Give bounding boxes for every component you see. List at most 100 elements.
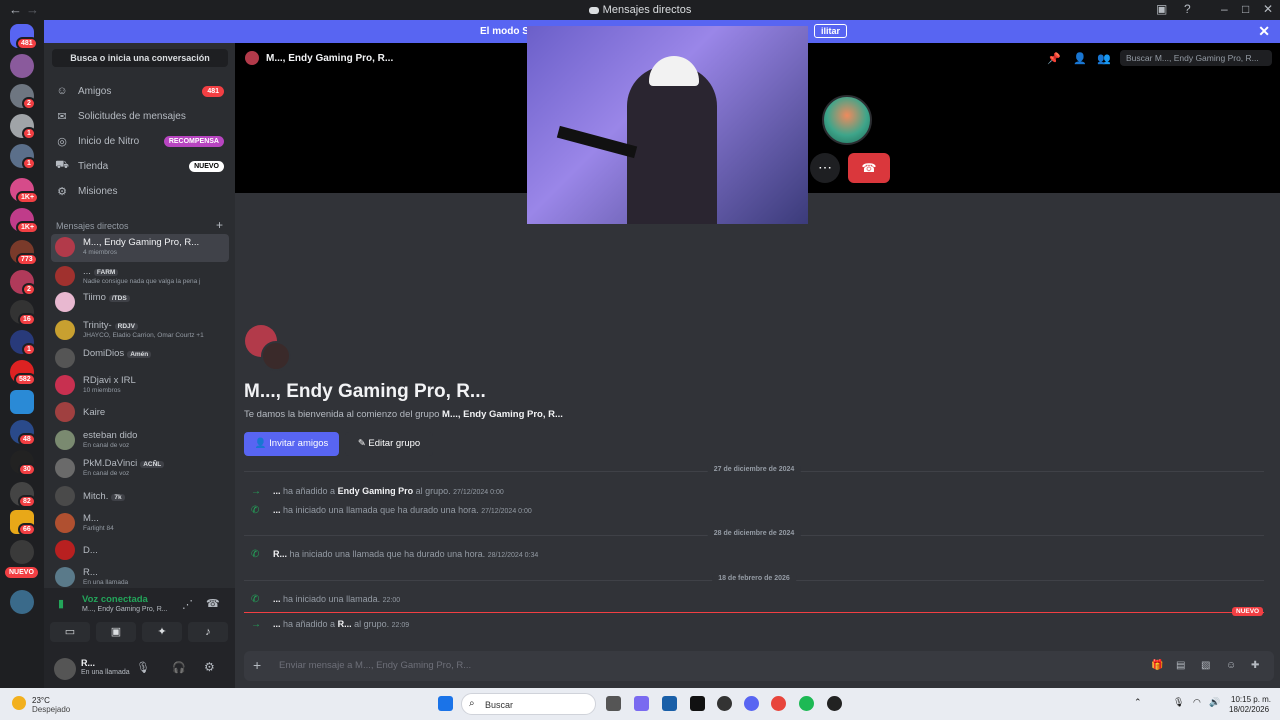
activities-button[interactable]: ✦: [142, 622, 182, 642]
inbox-icon[interactable]: ▣: [1156, 2, 1167, 16]
avatar: [55, 266, 75, 286]
headphones-icon[interactable]: 🎧: [172, 661, 186, 674]
clan-tag: /TDS: [108, 295, 130, 302]
microphone-icon[interactable]: 🎙: [1173, 697, 1184, 708]
maximize-button[interactable]: □: [1242, 2, 1249, 16]
app-icon[interactable]: [717, 696, 732, 711]
nav-message-requests[interactable]: ✉ Solicitudes de mensajes: [52, 105, 228, 127]
voice-status[interactable]: Voz conectada: [82, 594, 148, 605]
copilot-icon[interactable]: [634, 696, 649, 711]
unread-badge: 2: [22, 97, 36, 110]
pin-icon[interactable]: 📌: [1047, 52, 1061, 65]
edit-group-button[interactable]: ✎ Editar grupo: [345, 432, 433, 456]
wifi-icon[interactable]: ◠: [1193, 697, 1201, 708]
emoji-icon[interactable]: ☺: [1226, 660, 1236, 671]
hang-up-button[interactable]: ☎: [848, 153, 890, 183]
dm-item[interactable]: PkM.DaVinci ACÑL En canal de voz: [51, 455, 229, 483]
dm-item[interactable]: esteban dido En canal de voz: [51, 427, 229, 455]
nav-nitro[interactable]: ◎ Inicio de Nitro RECOMPENSA: [52, 130, 228, 152]
noise-suppression-icon[interactable]: ⋰: [182, 598, 193, 611]
unread-badge: 582: [14, 373, 36, 386]
soundboard-button[interactable]: ♪: [188, 622, 228, 642]
server-icon[interactable]: [10, 540, 34, 564]
webcam-video[interactable]: [527, 26, 808, 224]
add-attachment-icon[interactable]: +: [253, 657, 261, 673]
dm-subtext: 10 miembros: [83, 387, 121, 394]
dm-item[interactable]: Kaire: [51, 399, 229, 427]
person-silhouette: [627, 66, 717, 224]
nitro-icon: ◎: [57, 135, 67, 148]
msg-target[interactable]: Endy Gaming Pro: [338, 486, 414, 496]
minimize-button[interactable]: –: [1221, 2, 1228, 16]
taskbar-search[interactable]: ⌕ Buscar: [461, 693, 596, 715]
gif-icon[interactable]: ▤: [1176, 660, 1185, 671]
server-icon[interactable]: [10, 390, 34, 414]
store-icon[interactable]: [662, 696, 677, 711]
server-icon[interactable]: [10, 54, 34, 78]
dm-item[interactable]: D...: [51, 537, 229, 565]
chevron-up-icon[interactable]: ⌃: [1134, 697, 1142, 708]
close-icon[interactable]: ✕: [1258, 23, 1270, 40]
dm-item[interactable]: DomiDios Amén: [51, 345, 229, 373]
dm-item[interactable]: Mitch. 7k: [51, 483, 229, 511]
find-conversation-input[interactable]: Busca o inicia una conversación: [52, 49, 228, 67]
nav-quests[interactable]: ⚙ Misiones: [52, 180, 228, 202]
search-input[interactable]: Buscar M..., Endy Gaming Pro, R...: [1120, 50, 1272, 66]
msg-user[interactable]: ...: [273, 505, 281, 515]
call-participant-avatar[interactable]: [822, 95, 872, 145]
microphone-icon[interactable]: 🎙: [136, 661, 150, 674]
add-friends-icon[interactable]: 👤: [1073, 52, 1087, 65]
dm-item[interactable]: Tiimo/TDS: [51, 289, 229, 317]
group-icon-secondary: [261, 341, 291, 371]
app-icon[interactable]: [827, 696, 842, 711]
msg-user[interactable]: R...: [273, 549, 287, 559]
dm-item[interactable]: M..., Endy Gaming Pro, R... 4 miembros: [51, 234, 229, 262]
windows-start-icon[interactable]: [438, 696, 453, 711]
avatar[interactable]: [54, 658, 76, 680]
gift-icon[interactable]: 🎁: [1151, 660, 1163, 671]
terminal-icon[interactable]: [690, 696, 705, 711]
dm-item[interactable]: RDjavi x IRL 10 miembros: [51, 372, 229, 400]
welcome-text: Te damos la bienvenida al comienzo del g…: [244, 409, 563, 420]
task-view-icon[interactable]: [606, 696, 621, 711]
dm-item[interactable]: M... Farlight 84: [51, 510, 229, 538]
volume-icon[interactable]: 🔊: [1209, 697, 1220, 708]
settings-gear-icon[interactable]: ⚙: [204, 660, 215, 674]
unread-badge: 1K+: [16, 191, 40, 204]
weather-temp[interactable]: 23°C: [32, 696, 50, 705]
spotify-icon[interactable]: [799, 696, 814, 711]
screen-share-button[interactable]: ▣: [96, 622, 136, 642]
nav-shop[interactable]: ⛟ Tienda NUEVO: [52, 155, 228, 177]
dm-item[interactable]: Trinity- RDJV JHAYCO, Eladio Carrion, Oma…: [51, 317, 229, 345]
message-composer[interactable]: + Enviar mensaje a M..., Endy Gaming Pro…: [244, 651, 1274, 681]
date-label: 28 de diciembre de 2024: [707, 530, 801, 537]
sticker-icon[interactable]: ▧: [1201, 660, 1210, 671]
create-dm-icon[interactable]: +: [216, 218, 223, 232]
dm-name: D...: [83, 545, 98, 556]
msg-user[interactable]: ...: [273, 486, 281, 496]
disconnect-icon[interactable]: ☎: [206, 597, 220, 610]
camera-off-button[interactable]: ▭: [50, 622, 90, 642]
msg-target[interactable]: R...: [338, 619, 352, 629]
clock-time[interactable]: 10:15 p. m.: [1231, 695, 1271, 704]
msg-user[interactable]: ...: [273, 619, 281, 629]
msg-user[interactable]: ...: [273, 594, 281, 604]
members-icon[interactable]: 👥: [1097, 52, 1111, 65]
banner-disable-button[interactable]: ilitar: [814, 24, 848, 38]
nav-friends[interactable]: ☺ Amigos 481: [52, 80, 228, 102]
discord-icon[interactable]: [744, 696, 759, 711]
chrome-icon[interactable]: [771, 696, 786, 711]
dm-subtext: JHAYCO, Eladio Carrion, Omar Courtz +1: [83, 332, 204, 339]
invite-friends-button[interactable]: 👤 Invitar amigos: [244, 432, 339, 456]
new-badge: NUEVO: [189, 160, 224, 172]
help-icon[interactable]: ?: [1184, 2, 1191, 16]
server-icon[interactable]: [10, 590, 34, 614]
weather-sun-icon[interactable]: [12, 696, 26, 710]
composer-placeholder: Enviar mensaje a M..., Endy Gaming Pro, …: [279, 660, 472, 671]
dm-item[interactable]: ... FARM Nadie consigue nada que valga la…: [51, 263, 229, 291]
apps-icon[interactable]: ✚: [1251, 660, 1259, 671]
close-window-button[interactable]: ✕: [1263, 2, 1273, 16]
more-options-button[interactable]: ⋯: [810, 153, 840, 183]
invite-label: Invitar amigos: [269, 438, 329, 449]
channel-title: M..., Endy Gaming Pro, R...: [266, 53, 394, 64]
